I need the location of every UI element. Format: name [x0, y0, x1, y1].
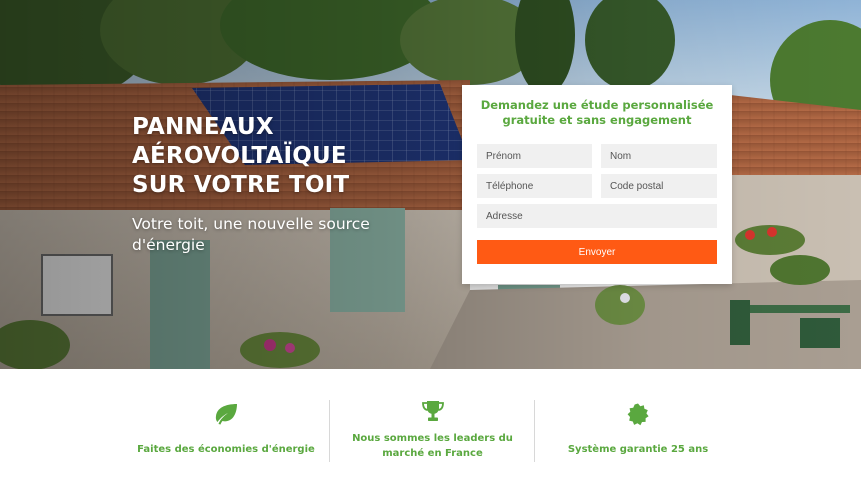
leaf-icon [215, 404, 237, 425]
quote-request-form: Demandez une étude personnalisée gratuit… [462, 85, 732, 284]
address-input[interactable] [477, 204, 717, 228]
hero-title: PANNEAUX AÉROVOLTAÏQUE SUR VOTRE TOIT [132, 113, 432, 200]
trophy-icon [421, 401, 444, 421]
feature-label: Faites des économies d'énergie [137, 444, 315, 455]
feature-label: Système garantie 25 ans [567, 444, 709, 455]
hero-title-line: AÉROVOLTAÏQUE [132, 143, 347, 169]
features-section: Faites des économies d'énergie Nous somm… [0, 369, 861, 492]
phone-input[interactable] [477, 174, 592, 198]
hero-subtitle: Votre toit, une nouvelle source d'énergi… [132, 215, 370, 254]
feature-energy-savings: Faites des économies d'énergie [126, 369, 326, 492]
feature-warranty: Système garantie 25 ans [536, 369, 740, 492]
feature-market-leader: Nous sommes les leaders du marché en Fra… [330, 369, 535, 492]
feature-divider [534, 400, 535, 462]
hero-title-line: PANNEAUX [132, 114, 274, 140]
submit-button[interactable]: Envoyer [477, 240, 717, 264]
badge-icon [627, 403, 649, 426]
last-name-input[interactable] [601, 144, 717, 168]
hero-title-line: SUR VOTRE TOIT [132, 172, 350, 198]
first-name-input[interactable] [477, 144, 592, 168]
feature-label: Nous sommes les leaders du marché en Fra… [352, 433, 513, 459]
hero-section: PANNEAUX AÉROVOLTAÏQUE SUR VOTRE TOIT Vo… [0, 0, 861, 369]
postal-code-input[interactable] [601, 174, 717, 198]
form-heading: Demandez une étude personnalisée gratuit… [480, 98, 714, 127]
